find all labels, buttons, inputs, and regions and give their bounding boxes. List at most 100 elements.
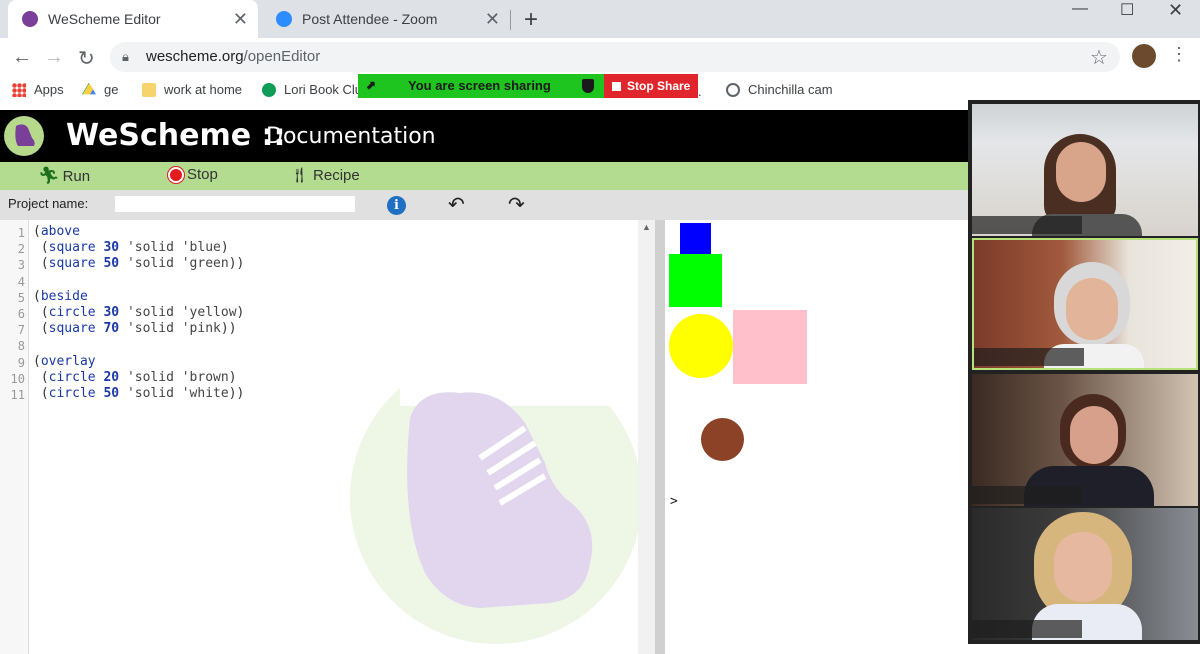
wescheme-watermark-icon [350,348,642,644]
bookmark-label: Chinchilla cam [748,82,833,97]
code-keyword: square [48,321,96,337]
code-line[interactable]: (square 50 'solid 'green)) [33,256,245,272]
documentation-link[interactable]: Documentation [266,124,436,149]
code-number: 30 [103,240,120,256]
line-number: 1 [17,226,25,240]
code-number: 70 [103,321,120,337]
code-number: 50 [103,256,120,272]
participant-3-face [1070,406,1118,464]
browser-menu-icon[interactable]: ⋮ [1170,44,1188,65]
line-number: 3 [17,258,25,273]
scroll-up-icon[interactable]: ▲ [642,222,651,232]
url-text[interactable]: wescheme.org/openEditor [146,48,320,65]
close-tab-icon[interactable]: ✕ [233,9,248,30]
url-path: /openEditor [243,48,321,65]
participant-video-3[interactable] [972,374,1198,506]
run-button[interactable]: 🏃︎ Run [38,166,90,186]
repl-prompt[interactable]: > [670,494,678,509]
code-punctuation: ( [33,386,49,401]
recipe-button[interactable]: 🍴︎ Recipe [290,166,360,185]
code-punctuation [174,321,182,336]
code-line[interactable]: (circle 20 'solid 'brown) [33,370,237,385]
code-line[interactable]: (square 30 'solid 'blue) [33,240,229,255]
code-number: 20 [103,369,120,385]
maximize-icon[interactable]: ☐ [1120,0,1134,20]
close-window-icon[interactable]: ✕ [1168,0,1183,21]
interactions-pane[interactable]: > [665,220,970,654]
close-tab-icon[interactable]: ✕ [485,9,500,30]
minimize-icon[interactable]: — [1072,0,1088,18]
code-punctuation: )) [220,321,237,337]
editor-scrollbar[interactable]: ▲ [638,220,655,654]
project-name-label: Project name: [8,196,89,211]
lock-icon: 🔒︎ [122,49,129,64]
yellow-circle-output [669,314,733,378]
line-number: 9 [17,355,25,370]
back-arrow-icon[interactable]: ← [12,46,32,69]
code-symbol: 'green [181,256,229,272]
bookmark-ge[interactable]: ge [82,82,118,97]
bookmark-work-at-home[interactable]: work at home [142,82,242,97]
stop-button[interactable]: Stop [168,166,218,183]
project-name-input[interactable] [115,196,355,212]
line-number-gutter: 1 2 3 4 5 6 7 8 9 10 11 [0,220,29,654]
code-line[interactable]: (circle 50 'solid 'white)) [33,386,245,401]
tab-wescheme-editor[interactable]: WeScheme Editor ✕ [8,0,258,38]
bookmark-lori-book-club[interactable]: Lori Book Clu [262,82,362,97]
fork-knife-icon: 🍴︎ [290,167,310,184]
participant-video-4[interactable] [972,508,1198,640]
code-punctuation [119,386,127,401]
code-symbol: 'brown [181,369,229,385]
tab-zoom[interactable]: Post Attendee - Zoom ✕ [262,0,510,38]
code-symbol: 'yellow [181,305,237,320]
code-number: 50 [103,386,120,401]
code-punctuation: ( [33,224,41,239]
code-line[interactable]: (overlay [33,354,96,369]
participant-video-2[interactable] [972,238,1198,370]
code-keyword: circle [48,305,96,320]
code-keyword: square [48,256,96,272]
brown-circle-output [701,418,744,461]
code-line[interactable]: (square 70 'solid 'pink)) [33,321,237,336]
bookmark-apps[interactable]: Apps [12,82,64,97]
code-line[interactable]: (circle 30 'solid 'yellow) [33,305,245,320]
code-punctuation: ( [33,288,41,304]
bookmark-star-icon[interactable]: ☆ [1090,45,1108,70]
line-number: 2 [17,242,25,257]
wescheme-logo [4,116,44,156]
code-punctuation [174,240,182,255]
info-icon[interactable]: i [387,196,406,215]
line-number: 5 [17,290,25,305]
pane-divider[interactable] [655,220,665,654]
code-punctuation [119,305,127,320]
code-symbol: 'solid [126,369,174,385]
code-punctuation: )) [228,256,245,272]
participant-2-face [1066,278,1118,340]
forward-arrow-icon[interactable]: → [44,46,64,69]
code-line[interactable]: (beside [33,289,88,304]
participant-video-1[interactable] [972,104,1198,236]
line-number: 7 [17,323,25,338]
tab-separator [510,10,511,30]
redo-icon[interactable]: ↷ [508,192,525,217]
stop-share-button[interactable]: Stop Share [604,74,698,98]
code-punctuation [174,370,182,385]
reload-icon[interactable]: ↻ [78,46,95,71]
wescheme-title: WeScheme :: [66,118,286,153]
code-symbol: 'solid [126,305,174,320]
code-line[interactable]: (above [33,224,80,239]
code-keyword: above [40,224,80,239]
code-symbol: 'solid [126,240,174,256]
undo-icon[interactable]: ↶ [448,192,465,217]
code-keyword: square [48,240,96,256]
code-keyword: beside [40,288,88,304]
code-punctuation: ( [33,256,49,272]
line-number: 4 [17,274,25,289]
profile-avatar[interactable] [1132,44,1156,68]
new-tab-button[interactable]: + [524,6,538,34]
code-keyword: overlay [40,353,96,369]
participant-1-face [1056,142,1106,202]
bookmark-chinchilla-cam[interactable]: Chinchilla cam [726,82,833,97]
definitions-editor[interactable] [0,220,655,654]
code-symbol: 'blue [181,240,221,256]
